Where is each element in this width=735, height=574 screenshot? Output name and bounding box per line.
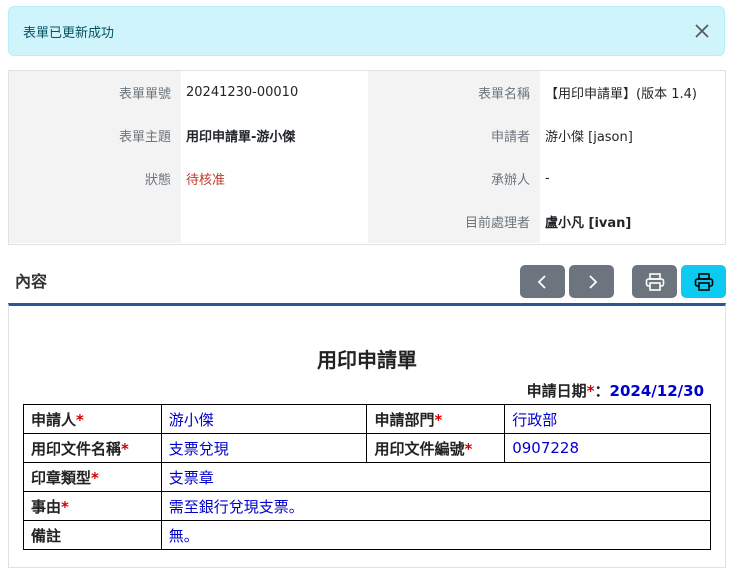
- dept-field-label: 申請部門*: [366, 404, 506, 434]
- subject-value: 用印申請單-游小傑: [181, 114, 368, 157]
- form-title: 用印申請單: [317, 348, 417, 372]
- reason-field-value: 需至銀行兌現支票。: [160, 491, 712, 521]
- doc-name-field-label: 用印文件名稱*: [23, 433, 162, 463]
- alert-message: 表單已更新成功: [23, 25, 115, 41]
- table-row: 事由* 需至銀行兌現支票。: [23, 491, 712, 521]
- reason-field-label: 事由*: [23, 491, 162, 521]
- handler-label: 承辦人: [368, 157, 540, 200]
- printer-icon: [694, 272, 713, 291]
- table-row: 用印文件名稱* 支票兌現 用印文件編號* 0907228: [23, 433, 711, 463]
- seal-type-field-label: 印章類型*: [23, 462, 162, 492]
- table-row: 備註 無。: [23, 520, 712, 550]
- printer-icon: [645, 272, 664, 291]
- note-field-label: 備註: [23, 520, 162, 550]
- handler-value: -: [540, 157, 725, 200]
- dept-field-value: 行政部: [504, 404, 711, 434]
- seal-type-field-value: 支票章: [160, 462, 712, 492]
- apply-date-separator: ：: [594, 382, 610, 400]
- form-no-label: 表單單號: [9, 71, 181, 114]
- required-star: *: [586, 382, 595, 400]
- apply-date-value: 2024/12/30: [609, 382, 704, 400]
- application-table: 申請人* 游小傑 申請部門* 行政部 用印文件名稱* 支票兌現 用印文件編號* …: [23, 404, 712, 550]
- chevron-right-icon: [588, 274, 597, 289]
- note-field-value: 無。: [160, 520, 712, 550]
- table-row: 申請人* 游小傑 申請部門* 行政部: [23, 404, 711, 434]
- doc-no-field-value: 0907228: [504, 433, 711, 463]
- applicant-field-value: 游小傑: [160, 404, 368, 434]
- doc-name-field-value: 支票兌現: [160, 433, 368, 463]
- status-value: 待核准: [181, 157, 368, 200]
- doc-no-field-label: 用印文件編號*: [366, 433, 506, 463]
- form-name-label: 表單名稱: [368, 71, 540, 114]
- applicant-value: 游小傑 [jason]: [540, 114, 725, 157]
- applicant-label: 申請者: [368, 114, 540, 157]
- empty-label: [9, 200, 181, 243]
- print-preview-button[interactable]: [681, 265, 726, 298]
- previous-button[interactable]: [520, 265, 565, 298]
- apply-date-label: 申請日期: [526, 382, 587, 400]
- form-no-value: 20241230-00010: [181, 71, 368, 114]
- success-alert: 表單已更新成功: [8, 6, 725, 56]
- form-content: 用印申請單 申請日期*：2024/12/30 申請人* 游小傑 申請部門* 行政…: [8, 303, 726, 568]
- form-name-value: 【用印申請單】(版本 1.4): [540, 71, 725, 114]
- subject-label: 表單主題: [9, 114, 181, 157]
- print-button[interactable]: [632, 265, 677, 298]
- form-meta-table: 表單單號 20241230-00010 表單名稱 【用印申請單】(版本 1.4)…: [8, 70, 726, 245]
- current-handler-value: 盧小凡 [ivan]: [540, 200, 725, 243]
- status-label: 狀態: [9, 157, 181, 200]
- next-button[interactable]: [569, 265, 614, 298]
- apply-date: 申請日期*：2024/12/30: [527, 380, 704, 401]
- table-row: 印章類型* 支票章: [23, 462, 712, 492]
- chevron-left-icon: [537, 274, 546, 289]
- current-handler-label: 目前處理者: [368, 200, 540, 243]
- section-title: 內容: [15, 272, 48, 291]
- applicant-field-label: 申請人*: [23, 404, 162, 434]
- empty-value: [181, 200, 368, 243]
- close-icon[interactable]: [692, 21, 712, 41]
